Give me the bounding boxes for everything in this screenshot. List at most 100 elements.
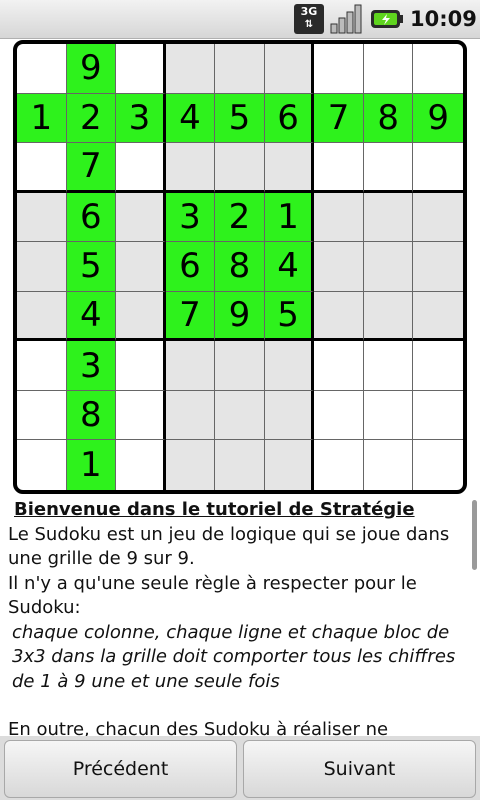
sudoku-cell-r4c2[interactable]: 6 xyxy=(66,192,117,243)
sudoku-cell-r3c2[interactable]: 7 xyxy=(66,143,117,193)
sudoku-cell-r7c7[interactable] xyxy=(314,341,364,391)
sudoku-cell-r4c8[interactable] xyxy=(363,192,414,243)
sudoku-cell-r1c3[interactable] xyxy=(116,44,166,94)
sudoku-cell-r6c6[interactable]: 5 xyxy=(264,291,315,342)
sudoku-cell-r2c3[interactable]: 3 xyxy=(116,93,166,144)
sudoku-cell-r6c1[interactable] xyxy=(17,291,67,342)
sudoku-cell-r3c9[interactable] xyxy=(413,143,463,193)
sudoku-cell-r5c7[interactable] xyxy=(314,242,364,292)
sudoku-cell-r1c7[interactable] xyxy=(314,44,364,94)
sudoku-board: 91234567897632156844795381 xyxy=(13,40,467,494)
sudoku-cell-r5c9[interactable] xyxy=(413,242,463,292)
tutorial-rule: chaque colonne, chaque ligne et chaque b… xyxy=(12,621,456,692)
sudoku-cell-r3c4[interactable] xyxy=(165,143,216,193)
sudoku-cell-r3c1[interactable] xyxy=(17,143,67,193)
sudoku-cell-r1c8[interactable] xyxy=(363,44,414,94)
tutorial-paragraph-more: En outre, chacun des Sudoku à réaliser n… xyxy=(8,719,389,736)
sudoku-cell-r1c1[interactable] xyxy=(17,44,67,94)
sudoku-cell-r9c4[interactable] xyxy=(165,440,216,490)
tutorial-paragraph-intro: Le Sudoku est un jeu de logique qui se j… xyxy=(8,523,450,570)
sudoku-cell-r1c6[interactable] xyxy=(264,44,315,94)
sudoku-cell-r7c1[interactable] xyxy=(17,341,67,391)
button-bar: Précédent Suivant xyxy=(0,736,480,800)
sudoku-cell-r5c4[interactable]: 6 xyxy=(165,242,216,292)
3g-icon: 3G ⇅ xyxy=(294,4,324,34)
sudoku-cell-r6c2[interactable]: 4 xyxy=(66,291,117,342)
sudoku-cell-r7c8[interactable] xyxy=(363,341,414,391)
sudoku-cell-r9c3[interactable] xyxy=(116,440,166,490)
sudoku-cell-r2c8[interactable]: 8 xyxy=(363,93,414,144)
sudoku-cell-r6c3[interactable] xyxy=(116,291,166,342)
sudoku-cell-r9c7[interactable] xyxy=(314,440,364,490)
sudoku-cell-r4c1[interactable] xyxy=(17,192,67,243)
sudoku-cell-r2c2[interactable]: 2 xyxy=(66,93,117,144)
sudoku-cell-r7c6[interactable] xyxy=(264,341,315,391)
sudoku-cell-r8c5[interactable] xyxy=(215,390,265,441)
sudoku-cell-r1c9[interactable] xyxy=(413,44,463,94)
sudoku-cell-r6c9[interactable] xyxy=(413,291,463,342)
sudoku-cell-r8c6[interactable] xyxy=(264,390,315,441)
sudoku-cell-r5c1[interactable] xyxy=(17,242,67,292)
sudoku-cell-r2c6[interactable]: 6 xyxy=(264,93,315,144)
sudoku-cell-r2c5[interactable]: 5 xyxy=(215,93,265,144)
sudoku-cell-r2c4[interactable]: 4 xyxy=(165,93,216,144)
sudoku-cell-r2c7[interactable]: 7 xyxy=(314,93,364,144)
sudoku-cell-r9c8[interactable] xyxy=(363,440,414,490)
sudoku-cell-r3c6[interactable] xyxy=(264,143,315,193)
sudoku-cell-r3c8[interactable] xyxy=(363,143,414,193)
sudoku-cell-r4c3[interactable] xyxy=(116,192,166,243)
sudoku-cell-r4c4[interactable]: 3 xyxy=(165,192,216,243)
tutorial-title: Bienvenue dans le tutoriel de Stratégie xyxy=(14,499,415,520)
clock: 10:09 xyxy=(410,7,477,31)
battery-charging-icon xyxy=(370,8,404,30)
sudoku-cell-r5c6[interactable]: 4 xyxy=(264,242,315,292)
previous-button[interactable]: Précédent xyxy=(4,740,237,798)
sudoku-cell-r8c3[interactable] xyxy=(116,390,166,441)
sudoku-cell-r8c1[interactable] xyxy=(17,390,67,441)
sudoku-cell-r3c5[interactable] xyxy=(215,143,265,193)
tutorial-text[interactable]: Bienvenue dans le tutoriel de Stratégie … xyxy=(8,498,468,736)
sudoku-cell-r7c3[interactable] xyxy=(116,341,166,391)
sudoku-cell-r4c9[interactable] xyxy=(413,192,463,243)
sudoku-cell-r6c4[interactable]: 7 xyxy=(165,291,216,342)
sudoku-cell-r5c8[interactable] xyxy=(363,242,414,292)
sudoku-cell-r6c5[interactable]: 9 xyxy=(215,291,265,342)
sudoku-cell-r7c9[interactable] xyxy=(413,341,463,391)
sudoku-cell-r7c2[interactable]: 3 xyxy=(66,341,117,391)
sudoku-cell-r1c2[interactable]: 9 xyxy=(66,44,117,94)
sudoku-cell-r7c5[interactable] xyxy=(215,341,265,391)
sudoku-cell-r9c6[interactable] xyxy=(264,440,315,490)
sudoku-cell-r8c4[interactable] xyxy=(165,390,216,441)
sudoku-cell-r8c8[interactable] xyxy=(363,390,414,441)
sudoku-cell-r4c6[interactable]: 1 xyxy=(264,192,315,243)
sudoku-cell-r1c5[interactable] xyxy=(215,44,265,94)
sudoku-cell-r9c1[interactable] xyxy=(17,440,67,490)
sudoku-cell-r6c7[interactable] xyxy=(314,291,364,342)
sudoku-cell-r2c9[interactable]: 9 xyxy=(413,93,463,144)
sudoku-cell-r5c5[interactable]: 8 xyxy=(215,242,265,292)
sudoku-cell-r5c2[interactable]: 5 xyxy=(66,242,117,292)
status-bar: 3G ⇅ 10:09 xyxy=(0,0,480,39)
sudoku-grid: 91234567897632156844795381 xyxy=(17,44,463,490)
sudoku-cell-r5c3[interactable] xyxy=(116,242,166,292)
network-type-label: 3G xyxy=(300,5,318,18)
sudoku-cell-r1c4[interactable] xyxy=(165,44,216,94)
signal-icon xyxy=(330,4,364,34)
sudoku-cell-r3c3[interactable] xyxy=(116,143,166,193)
tutorial-scrollbar[interactable] xyxy=(472,500,477,570)
sudoku-cell-r2c1[interactable]: 1 xyxy=(17,93,67,144)
sudoku-cell-r3c7[interactable] xyxy=(314,143,364,193)
sudoku-cell-r9c5[interactable] xyxy=(215,440,265,490)
sudoku-cell-r4c7[interactable] xyxy=(314,192,364,243)
sudoku-cell-r8c2[interactable]: 8 xyxy=(66,390,117,441)
sudoku-cell-r8c9[interactable] xyxy=(413,390,463,441)
sudoku-cell-r7c4[interactable] xyxy=(165,341,216,391)
tutorial-paragraph-rule-intro: Il n'y a qu'une seule règle à respecter … xyxy=(8,572,417,619)
sudoku-cell-r8c7[interactable] xyxy=(314,390,364,441)
sudoku-cell-r9c2[interactable]: 1 xyxy=(66,440,117,490)
sudoku-cell-r4c5[interactable]: 2 xyxy=(215,192,265,243)
next-button[interactable]: Suivant xyxy=(243,740,476,798)
sudoku-cell-r9c9[interactable] xyxy=(413,440,463,490)
sudoku-cell-r6c8[interactable] xyxy=(363,291,414,342)
